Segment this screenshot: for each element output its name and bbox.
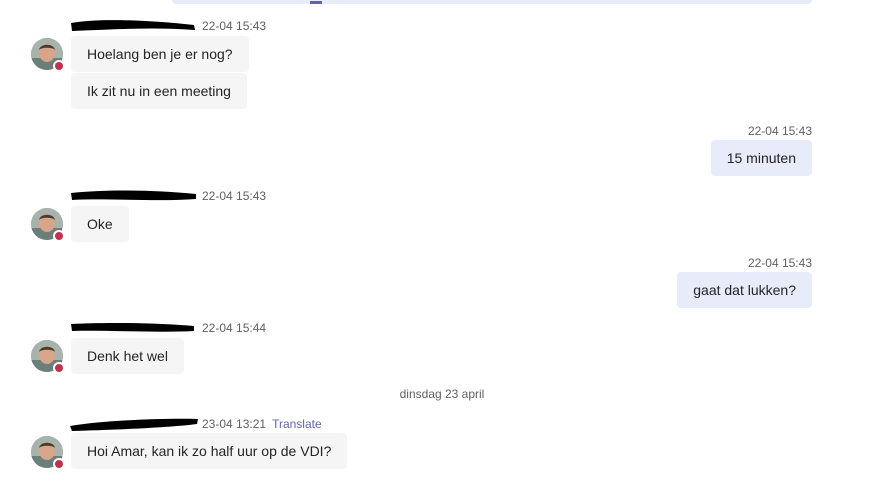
message-timestamp: 22-04 15:44 (202, 321, 267, 335)
incoming-message[interactable]: Hoelang ben je er nog? (71, 36, 249, 72)
previous-message-bubble (172, 0, 812, 4)
presence-busy-icon (53, 458, 65, 470)
redacted-sender-name (71, 20, 195, 31)
message-timestamp: 22-04 15:43 (747, 256, 812, 270)
presence-busy-icon (53, 362, 65, 374)
timestamp-text: 23-04 13:21 (202, 417, 267, 431)
outgoing-message[interactable]: 15 minuten (710, 140, 812, 176)
incoming-message[interactable]: Denk het wel (71, 338, 184, 374)
presence-busy-icon (53, 60, 65, 72)
redacted-sender-name (71, 190, 196, 201)
incoming-message[interactable]: Oke (71, 206, 129, 242)
sender-avatar[interactable] (31, 340, 65, 374)
outgoing-message[interactable]: gaat dat lukken? (677, 272, 812, 308)
date-divider: dinsdag 23 april (399, 387, 485, 401)
message-timestamp: 22-04 15:43 (202, 19, 267, 33)
redacted-sender-name (71, 322, 194, 332)
incoming-message[interactable]: Hoi Amar, kan ik zo half uur op de VDI? (71, 433, 348, 469)
presence-busy-icon (53, 230, 65, 242)
sender-avatar[interactable] (31, 208, 65, 242)
message-timestamp: 22-04 15:43 (747, 124, 812, 138)
message-timestamp: 22-04 15:43 (202, 189, 267, 203)
redacted-sender-name (70, 418, 198, 431)
incoming-message[interactable]: Ik zit nu in een meeting (71, 73, 247, 109)
reaction-indicator (310, 1, 322, 4)
translate-link[interactable]: Translate (272, 417, 322, 431)
message-timestamp: 23-04 13:21 Translate (202, 417, 322, 431)
sender-avatar[interactable] (31, 436, 65, 470)
sender-avatar[interactable] (31, 38, 65, 72)
